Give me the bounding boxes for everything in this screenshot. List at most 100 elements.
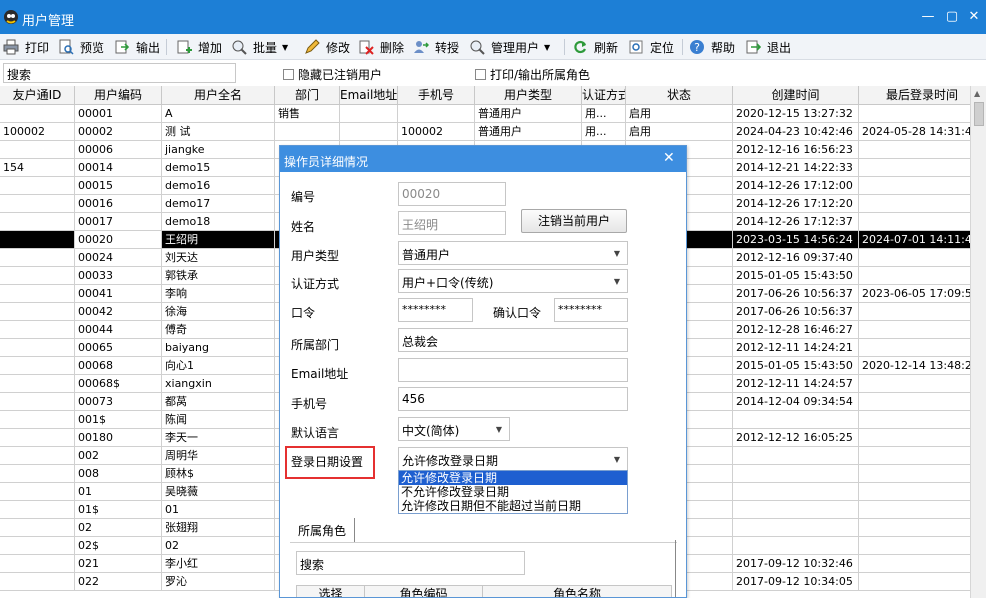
email-label: Email地址 (291, 367, 349, 381)
cancel-current-user-button[interactable]: 注销当前用户 (521, 209, 627, 233)
phone-field[interactable]: 456 (398, 387, 628, 411)
table-cell (0, 195, 75, 213)
tab-roles[interactable]: 所属角色 (290, 518, 356, 542)
maximize-button[interactable]: ▢ (944, 10, 960, 26)
search-input[interactable]: 搜索 (3, 63, 236, 83)
table-cell: 都莴 (162, 393, 275, 411)
print-button[interactable]: 打印 (3, 38, 49, 56)
table-cell: 普通用户 (475, 105, 582, 123)
table-cell: 00002 (75, 123, 162, 141)
exit-icon (745, 39, 762, 55)
table-row[interactable]: 100002 00002 测 试 100002 普通用户 用... 启用 2024-04-23… (0, 123, 970, 141)
grid-header-col-status[interactable]: 状态 (626, 86, 733, 105)
roles-search-input[interactable]: 搜索 (296, 551, 525, 575)
login-date-options-list[interactable]: 允许修改登录日期 不允许修改登录日期 允许修改日期但不能超过当前日期 (398, 470, 628, 514)
table-cell: 2014-12-21 14:22:33 (733, 159, 859, 177)
table-cell (0, 339, 75, 357)
help-button[interactable]: ? 帮助 (689, 38, 735, 56)
table-cell: 郭铁承 (162, 267, 275, 285)
table-cell: 2012-12-11 14:24:21 (733, 339, 859, 357)
password-field[interactable]: ******** (398, 298, 473, 322)
confirm-password-field[interactable]: ******** (554, 298, 628, 322)
user-type-label: 用户类型 (291, 249, 340, 263)
table-cell: 00065 (75, 339, 162, 357)
grid-header-col-last-login[interactable]: 最后登录时间 (859, 86, 970, 105)
scrollbar-thumb[interactable] (974, 102, 984, 126)
code-field[interactable]: 00020 (398, 182, 506, 206)
table-cell (859, 465, 970, 483)
refresh-button[interactable]: 刷新 (572, 38, 618, 56)
language-select[interactable]: 中文(简体) ▼ (398, 417, 510, 441)
preview-button[interactable]: 预览 (58, 38, 104, 56)
dialog-close-icon[interactable]: ✕ (663, 150, 675, 166)
table-cell (398, 105, 475, 123)
table-cell (0, 519, 75, 537)
manage-users-button[interactable]: 管理用户 ▼ (469, 38, 550, 56)
table-cell (859, 375, 970, 393)
email-field[interactable] (398, 358, 628, 382)
scroll-up-icon[interactable]: ▲ (974, 89, 980, 98)
code-label: 编号 (291, 190, 316, 204)
locate-icon (628, 39, 644, 55)
table-cell (0, 177, 75, 195)
dept-field[interactable]: 总裁会 (398, 328, 628, 352)
table-cell: 02 (75, 519, 162, 537)
table-cell (0, 501, 75, 519)
hide-cancelled-checkbox[interactable]: 隐藏已注销用户 (283, 66, 382, 83)
login-date-option[interactable]: 不允许修改登录日期 (399, 485, 627, 499)
locate-button[interactable]: 定位 (628, 38, 674, 56)
table-cell: 2014-12-04 09:34:54 (733, 393, 859, 411)
table-cell (859, 537, 970, 555)
table-row[interactable]: 00001 A 销售 普通用户 用... 启用 2020-12-15 13:27:32 (0, 105, 970, 123)
user-type-select[interactable]: 普通用户 ▼ (398, 241, 628, 265)
login-date-option[interactable]: 允许修改日期但不能超过当前日期 (399, 499, 627, 513)
minimize-button[interactable]: — (920, 10, 936, 26)
grid-header-col-dept[interactable]: 部门 (275, 86, 340, 105)
auth-select[interactable]: 用户+口令(传统) ▼ (398, 269, 628, 293)
table-cell: 李响 (162, 285, 275, 303)
table-cell: 吴晓薇 (162, 483, 275, 501)
hide-cancelled-label: 隐藏已注销用户 (298, 68, 383, 82)
table-cell (859, 555, 970, 573)
table-cell (340, 105, 398, 123)
checkbox-box (283, 69, 294, 80)
table-cell: 启用 (626, 123, 733, 141)
name-field[interactable]: 王绍明 (398, 211, 506, 235)
table-cell: jiangke (162, 141, 275, 159)
table-cell (733, 465, 859, 483)
batch-button[interactable]: 批量 ▼ (231, 38, 288, 56)
grid-header-col-youhutong-id[interactable]: 友户通ID (0, 86, 75, 105)
print-roles-checkbox[interactable]: 打印/输出所属角色 (475, 66, 590, 83)
grid-scrollbar[interactable]: ▲ (970, 86, 986, 598)
table-cell: 普通用户 (475, 123, 582, 141)
grid-header-col-auth[interactable]: 认证方式 (582, 86, 626, 105)
table-cell (340, 123, 398, 141)
table-cell (859, 267, 970, 285)
login-date-select[interactable]: 允许修改登录日期 ▼ (398, 447, 628, 471)
grid-header-col-full-name[interactable]: 用户全名 (162, 86, 275, 105)
auth-value: 用户+口令(传统) (402, 276, 494, 290)
delete-button[interactable]: 删除 (358, 38, 404, 56)
table-cell: A (162, 105, 275, 123)
login-date-label: 登录日期设置 (291, 455, 364, 469)
preview-icon (58, 39, 74, 55)
login-date-option[interactable]: 允许修改登录日期 (399, 471, 627, 485)
table-cell: 008 (75, 465, 162, 483)
table-cell (859, 447, 970, 465)
export-button[interactable]: 输出 (114, 38, 160, 56)
table-cell: demo18 (162, 213, 275, 231)
edit-button[interactable]: 修改 (304, 38, 350, 56)
grid-header-col-phone[interactable]: 手机号 (398, 86, 475, 105)
grid-header-col-email[interactable]: Email地址 (340, 86, 398, 105)
grid-header-col-user-code[interactable]: 用户编码 (75, 86, 162, 105)
table-cell: 00033 (75, 267, 162, 285)
add-button[interactable]: 增加 (176, 38, 222, 56)
grid-header-col-user-type[interactable]: 用户类型 (475, 86, 582, 105)
exit-button[interactable]: 退出 (745, 38, 791, 56)
delegate-button[interactable]: 转授 (413, 38, 459, 56)
filter-bar: 搜索 隐藏已注销用户 打印/输出所属角色 (0, 60, 986, 86)
close-button[interactable]: ✕ (966, 10, 982, 26)
grid-header-col-created[interactable]: 创建时间 (733, 86, 859, 105)
svg-text:?: ? (694, 41, 700, 54)
table-cell (859, 249, 970, 267)
